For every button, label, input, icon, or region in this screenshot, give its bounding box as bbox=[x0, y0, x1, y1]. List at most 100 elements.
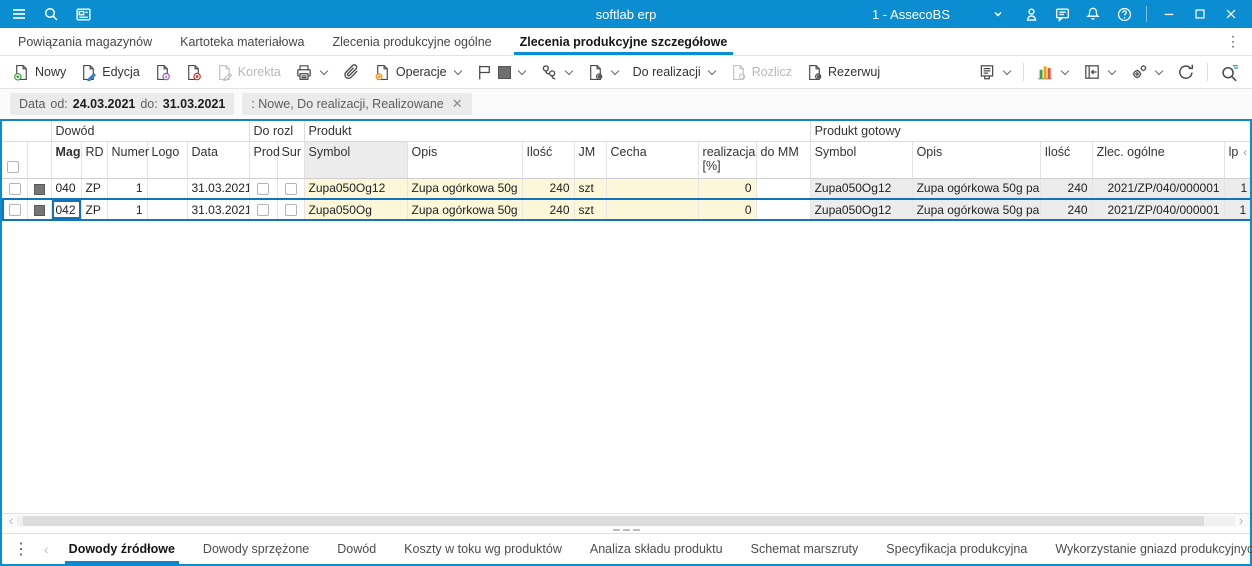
cell-pg-ilosc[interactable]: 240 bbox=[1039, 198, 1093, 221]
cell-select[interactable] bbox=[3, 178, 27, 200]
col-header-zlec-ogolne[interactable]: Zlec. ogólne bbox=[1091, 141, 1225, 179]
tab-zlecenia-produkcyjne-szczegolowe[interactable]: Zlecenia produkcyjne szczegółowe bbox=[506, 28, 742, 55]
cell-rd[interactable]: ZP bbox=[80, 178, 107, 200]
bottom-tab-specyfikacja-produkcyjna[interactable]: Specyfikacja produkcyjna bbox=[872, 534, 1041, 564]
company-selector[interactable]: 1 - AssecoBS bbox=[872, 7, 1004, 22]
document-settings-dropdown[interactable] bbox=[580, 59, 626, 85]
table-row[interactable]: 040 ZP 1 31.03.2021 Zupa050Og12 Zupa ogó… bbox=[3, 178, 1250, 200]
remove-filter-icon[interactable]: ✕ bbox=[452, 96, 463, 112]
date-filter-chip[interactable]: Data od: 24.03.2021 do: 31.03.2021 bbox=[10, 93, 235, 115]
cell-realizacja[interactable]: 0 bbox=[697, 198, 757, 221]
row-checkbox[interactable] bbox=[9, 204, 22, 217]
cell-numer[interactable]: 1 bbox=[106, 178, 147, 200]
cell-pg-opis[interactable]: Zupa ogórkowa 50g pak bbox=[911, 198, 1041, 221]
select-all-checkbox[interactable] bbox=[7, 161, 19, 174]
close-button[interactable] bbox=[1222, 5, 1240, 23]
cell-prod[interactable] bbox=[248, 178, 278, 200]
cell-jm[interactable]: szt bbox=[573, 178, 607, 200]
search-icon[interactable] bbox=[42, 5, 60, 23]
tab-powiazania-magazynow[interactable]: Powiązania magazynów bbox=[4, 28, 166, 55]
tab-zlecenia-produkcyjne-ogolne[interactable]: Zlecenia produkcyjne ogólne bbox=[318, 28, 505, 55]
cell-jm[interactable]: szt bbox=[573, 198, 607, 221]
cell-ilosc[interactable]: 240 bbox=[521, 198, 575, 221]
status-filter-dropdown[interactable]: Do realizacji bbox=[626, 59, 723, 85]
scrollbar-track[interactable] bbox=[17, 515, 1235, 526]
bottom-tabs-menu-icon[interactable]: ⋮ bbox=[4, 534, 38, 564]
col-header-prod[interactable]: Prod bbox=[248, 141, 280, 179]
settle-button[interactable]: Rozlicz bbox=[723, 59, 799, 85]
cell-pg-symbol[interactable]: Zupa050Og12 bbox=[809, 198, 913, 221]
bottom-tab-schemat-marszruty[interactable]: Schemat marszruty bbox=[737, 534, 873, 564]
table-row-selected[interactable]: 042 ZP 1 31.03.2021 Zupa050Og Zupa ogórk… bbox=[2, 198, 1250, 221]
col-header-ilosc[interactable]: Ilość bbox=[521, 141, 575, 179]
row-checkbox[interactable] bbox=[8, 183, 21, 196]
cell-do-mm[interactable] bbox=[755, 198, 811, 221]
col-header-do-mm[interactable]: do MM bbox=[755, 141, 811, 179]
document-info-button[interactable] bbox=[147, 59, 178, 85]
help-icon[interactable] bbox=[1115, 5, 1133, 23]
flag-status-dropdown[interactable] bbox=[469, 59, 533, 85]
bottom-tab-koszty-w-toku[interactable]: Koszty w toku wg produktów bbox=[390, 534, 576, 564]
cell-pg-opis[interactable]: Zupa ogórkowa 50g pak bbox=[911, 178, 1041, 200]
cell-lp[interactable]: 1 bbox=[1223, 198, 1250, 221]
col-header-mag[interactable]: Mag bbox=[50, 141, 81, 179]
cell-pg-ilosc[interactable]: 240 bbox=[1039, 178, 1093, 200]
maximize-button[interactable] bbox=[1191, 5, 1209, 23]
cell-sur[interactable] bbox=[276, 178, 305, 200]
col-header-numer[interactable]: Numer bbox=[106, 141, 149, 179]
bottom-tab-wykorzystanie-gniazd[interactable]: Wykorzystanie gniazd produkcyjnych bbox=[1041, 534, 1252, 564]
notifications-bell-icon[interactable] bbox=[1084, 5, 1102, 23]
scrollbar-thumb[interactable] bbox=[23, 515, 1205, 526]
prod-checkbox[interactable] bbox=[257, 183, 270, 196]
minimize-button[interactable] bbox=[1160, 5, 1178, 23]
bottom-tab-dowody-zrodlowe[interactable]: Dowody źródłowe bbox=[55, 534, 189, 564]
col-header-sur[interactable]: Sur bbox=[276, 141, 305, 179]
cell-lp[interactable]: 1 bbox=[1223, 178, 1250, 200]
export-dropdown[interactable] bbox=[971, 59, 1018, 85]
correction-button[interactable]: Korekta bbox=[209, 59, 288, 85]
scroll-left-icon[interactable]: ‹ bbox=[5, 514, 17, 527]
cell-sur[interactable] bbox=[276, 198, 305, 221]
edit-button[interactable]: Edycja bbox=[73, 59, 147, 85]
bottom-tab-dowod[interactable]: Dowód bbox=[323, 534, 390, 564]
cell-numer[interactable]: 1 bbox=[106, 198, 147, 221]
prod-checkbox[interactable] bbox=[257, 204, 270, 217]
cell-opis[interactable]: Zupa ogórkowa 50g bbox=[406, 178, 523, 200]
status-filter-chip[interactable]: : Nowe, Do realizacji, Realizowane ✕ bbox=[242, 93, 472, 115]
refresh-button[interactable] bbox=[1170, 59, 1202, 85]
cell-ilosc[interactable]: 240 bbox=[521, 178, 575, 200]
cell-cecha[interactable] bbox=[605, 178, 699, 200]
cell-opis[interactable]: Zupa ogórkowa 50g bbox=[406, 198, 523, 221]
col-header-data[interactable]: Data bbox=[186, 141, 250, 179]
cell-zlec-ogolne[interactable]: 2021/ZP/040/000001 bbox=[1091, 178, 1225, 200]
col-header-logo[interactable]: Logo bbox=[146, 141, 187, 179]
col-header-opis[interactable]: Opis bbox=[406, 141, 523, 179]
tabbar-more-menu-icon[interactable]: ⋮ bbox=[1214, 28, 1252, 55]
cell-logo[interactable] bbox=[146, 198, 187, 221]
settings-dropdown[interactable] bbox=[1123, 59, 1170, 85]
new-document-button[interactable]: Nowy bbox=[6, 59, 73, 85]
chart-dropdown[interactable] bbox=[1029, 59, 1076, 85]
messages-icon[interactable] bbox=[1053, 5, 1071, 23]
col-header-realizacja[interactable]: realizacja [%] bbox=[697, 141, 757, 179]
tab-kartoteka-materialowa[interactable]: Kartoteka materiałowa bbox=[166, 28, 318, 55]
sur-checkbox[interactable] bbox=[284, 183, 297, 196]
document-delete-button[interactable] bbox=[178, 59, 209, 85]
attachments-button[interactable] bbox=[335, 59, 367, 85]
bottom-tabs-prev-icon[interactable]: ‹ bbox=[38, 534, 55, 564]
sur-checkbox[interactable] bbox=[284, 204, 297, 217]
bottom-tab-dowody-sprzezone[interactable]: Dowody sprzężone bbox=[189, 534, 323, 564]
cell-symbol[interactable]: Zupa050Og bbox=[303, 198, 408, 221]
cell-realizacja[interactable]: 0 bbox=[697, 178, 757, 200]
cell-do-mm[interactable] bbox=[755, 178, 811, 200]
col-header-jm[interactable]: JM bbox=[573, 141, 607, 179]
reserve-button[interactable]: Rezerwuj bbox=[799, 59, 887, 85]
bottom-tab-analiza-skladu[interactable]: Analiza składu produktu bbox=[576, 534, 737, 564]
col-header-pg-symbol[interactable]: Symbol bbox=[809, 141, 913, 179]
cell-mag-focused[interactable]: 042 bbox=[50, 198, 81, 221]
hamburger-menu-icon[interactable] bbox=[10, 5, 28, 23]
search-filter-button[interactable] bbox=[1213, 59, 1246, 85]
col-header-symbol[interactable]: Symbol bbox=[303, 141, 408, 179]
news-icon[interactable] bbox=[74, 5, 92, 23]
cell-select[interactable] bbox=[2, 198, 27, 221]
